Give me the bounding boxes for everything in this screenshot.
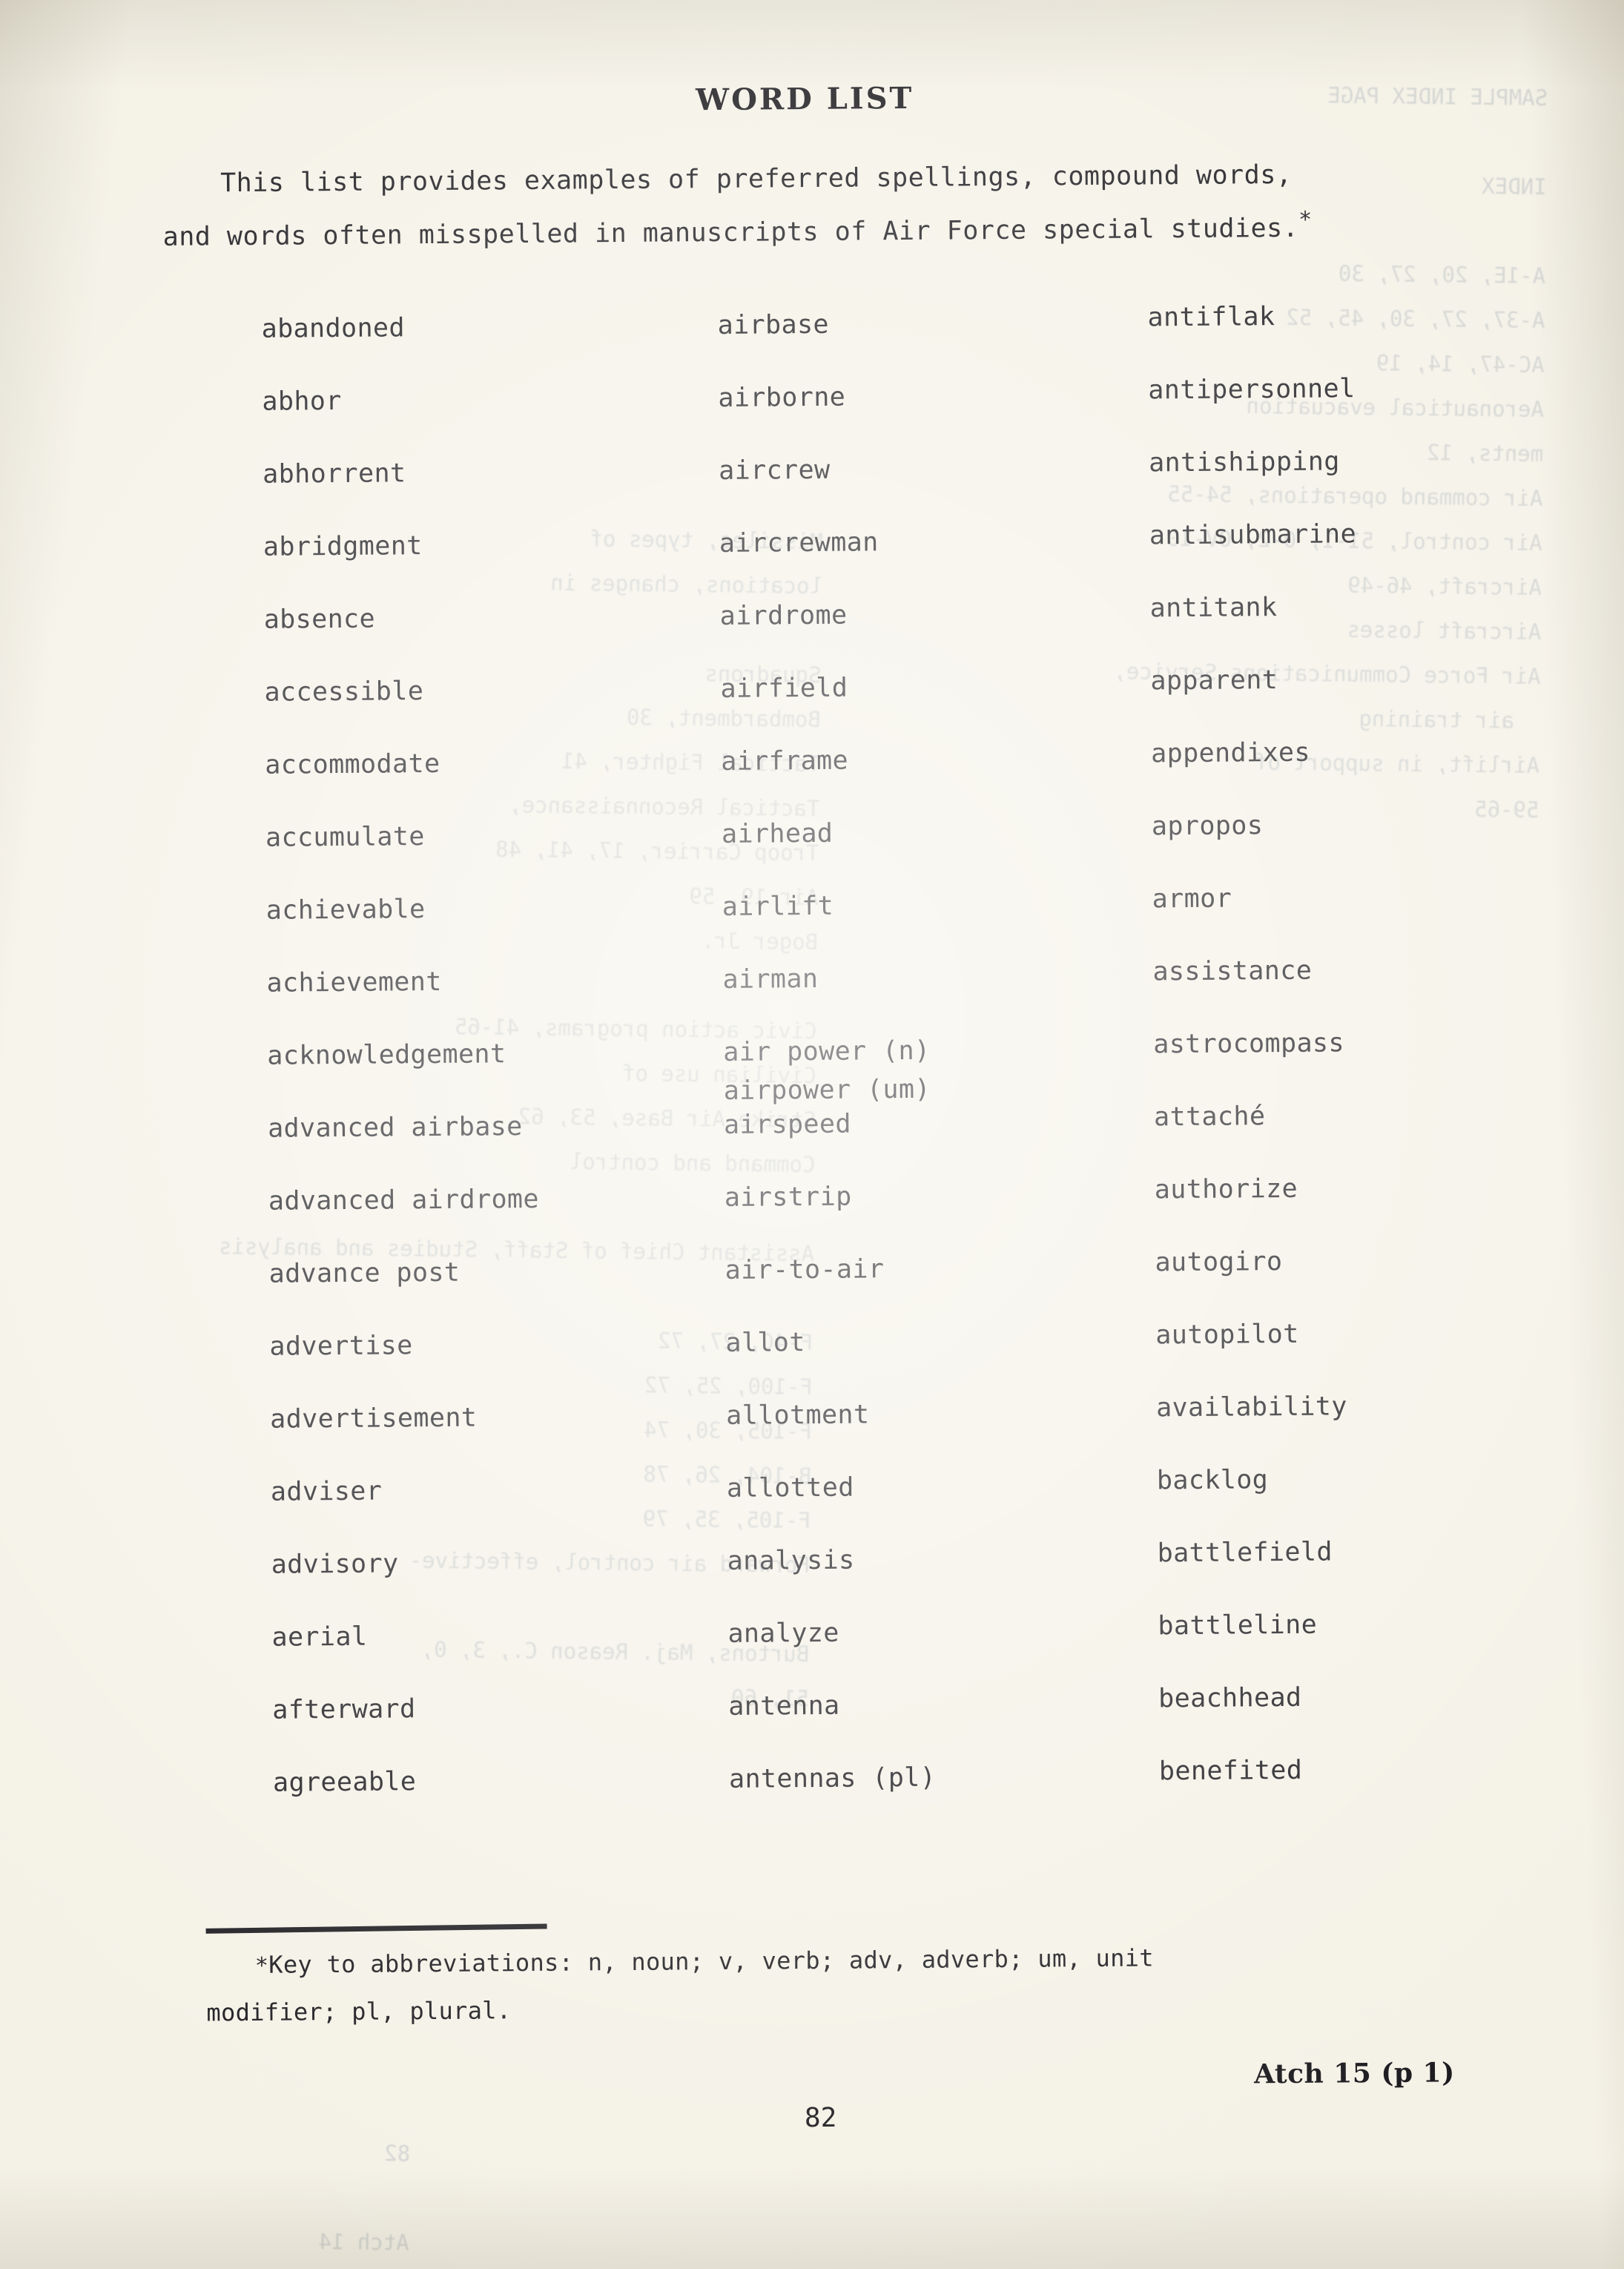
word-entry: availability — [1155, 1392, 1347, 1423]
word-entry: afterward — [272, 1694, 416, 1725]
word-entry: advance post — [268, 1257, 461, 1289]
word-entry: abhor — [262, 386, 342, 417]
word-entry: abridgment — [263, 531, 423, 562]
word-entry: airspeed — [723, 1109, 852, 1140]
word-entry: allotted — [726, 1472, 854, 1504]
footnote-marker: * — [254, 1952, 269, 1979]
footnote-line-1: Key to abbreviations: n, noun; v, verb; … — [268, 1943, 1154, 1979]
word-entry: advanced airbase — [267, 1112, 523, 1144]
word-entry: achievement — [266, 966, 442, 998]
word-entry: airstrip — [724, 1182, 852, 1213]
word-entry: autopilot — [1155, 1319, 1299, 1351]
intro-line-2: and words often misspelled in manuscript… — [162, 213, 1299, 252]
page-number: 82 — [804, 2102, 837, 2134]
word-entry: aerial — [271, 1621, 368, 1653]
footnote-divider — [205, 1923, 547, 1934]
word-column-1: abandoned abhor abhorrent abridgment absence… — [261, 306, 688, 1836]
word-entry: accommodate — [265, 748, 440, 780]
word-entry: airbase — [717, 309, 830, 340]
word-entry: airborne — [718, 382, 846, 413]
word-entry: authorize — [1154, 1173, 1298, 1205]
word-entry: apropos — [1151, 811, 1264, 842]
word-entry: achievable — [265, 895, 426, 926]
word-entry: abhorrent — [263, 458, 406, 490]
word-list: abandoned abhor abhorrent abridgment absence… — [0, 299, 1624, 1869]
word-entry: antishipping — [1148, 447, 1340, 478]
word-entry: absence — [263, 604, 376, 635]
document-page: SAMPLE INDEX PAGE INDEX A-1E, 20, 27, 30… — [0, 0, 1624, 2269]
word-entry: battlefield — [1157, 1537, 1333, 1569]
word-entry: antisubmarine — [1149, 519, 1357, 551]
word-entry: antennas (pl) — [728, 1762, 937, 1794]
word-entry: analysis — [727, 1545, 855, 1576]
word-entry: antenna — [728, 1690, 840, 1722]
word-entry: adviser — [270, 1476, 383, 1507]
word-entry: abandoned — [261, 313, 406, 344]
page-content: WORD LIST This list provides examples of… — [0, 0, 1624, 2269]
word-entry: beachhead — [1158, 1682, 1302, 1714]
word-entry: aircrew — [719, 455, 831, 486]
word-entry: appendixes — [1151, 737, 1311, 769]
intro-paragraph: This list provides examples of preferred… — [162, 147, 1498, 264]
word-entry-line: air power (n) — [723, 1035, 931, 1067]
word-entry: accessible — [264, 676, 424, 708]
word-entry: attaché — [1153, 1101, 1266, 1133]
word-entry: astrocompass — [1153, 1028, 1345, 1060]
word-entry: allotment — [726, 1400, 870, 1431]
word-entry: antipersonnel — [1148, 374, 1356, 406]
word-entry: apparent — [1150, 665, 1278, 696]
word-entry: backlog — [1156, 1465, 1269, 1496]
word-column-3: antiflak antipersonnel antishipping antisub… — [1147, 295, 1604, 1825]
word-column-2: airbase airborne aircrew aircrewman airdrome… — [717, 303, 1144, 1833]
word-entry: assistance — [1152, 955, 1313, 987]
word-entry: air-to-air — [724, 1254, 885, 1285]
word-entry: accumulate — [265, 822, 425, 853]
word-entry: airlift — [722, 891, 834, 922]
word-entry: battleline — [1158, 1610, 1318, 1641]
word-entry: antitank — [1149, 593, 1278, 624]
word-entry: analyze — [727, 1618, 839, 1649]
attachment-label: Atch 15 (p 1) — [1254, 2057, 1455, 2090]
word-entry: advisory — [271, 1549, 399, 1580]
word-entry: agreeable — [272, 1767, 417, 1798]
word-entry: autogiro — [1155, 1247, 1283, 1278]
intro-line-2-wrapper: and words often misspelled in manuscript… — [162, 200, 1498, 264]
word-entry: benefited — [1158, 1755, 1303, 1787]
word-entry: air power (n) airpower (um) — [723, 1030, 1139, 1106]
word-entry: airhead — [721, 818, 834, 849]
word-entry: airman — [722, 964, 819, 995]
word-entry: airframe — [721, 745, 849, 777]
intro-footnote-marker: * — [1298, 207, 1313, 234]
word-entry: allot — [725, 1328, 805, 1358]
word-entry: aircrewman — [719, 527, 879, 559]
footnote: *Key to abbreviations: n, noun; v, verb;… — [206, 1932, 1468, 2035]
word-entry: armor — [1152, 883, 1232, 915]
word-entry: antiflak — [1147, 302, 1275, 333]
word-entry: airdrome — [719, 600, 848, 631]
word-entry: advertisement — [270, 1403, 478, 1435]
word-entry: advanced airdrome — [268, 1184, 540, 1216]
word-entry: advertise — [269, 1331, 413, 1362]
page-title: WORD LIST — [695, 80, 914, 118]
footnote-line-2: modifier; pl, plural. — [206, 1996, 512, 2027]
word-entry: airfield — [720, 673, 848, 704]
word-entry: acknowledgement — [267, 1039, 506, 1071]
